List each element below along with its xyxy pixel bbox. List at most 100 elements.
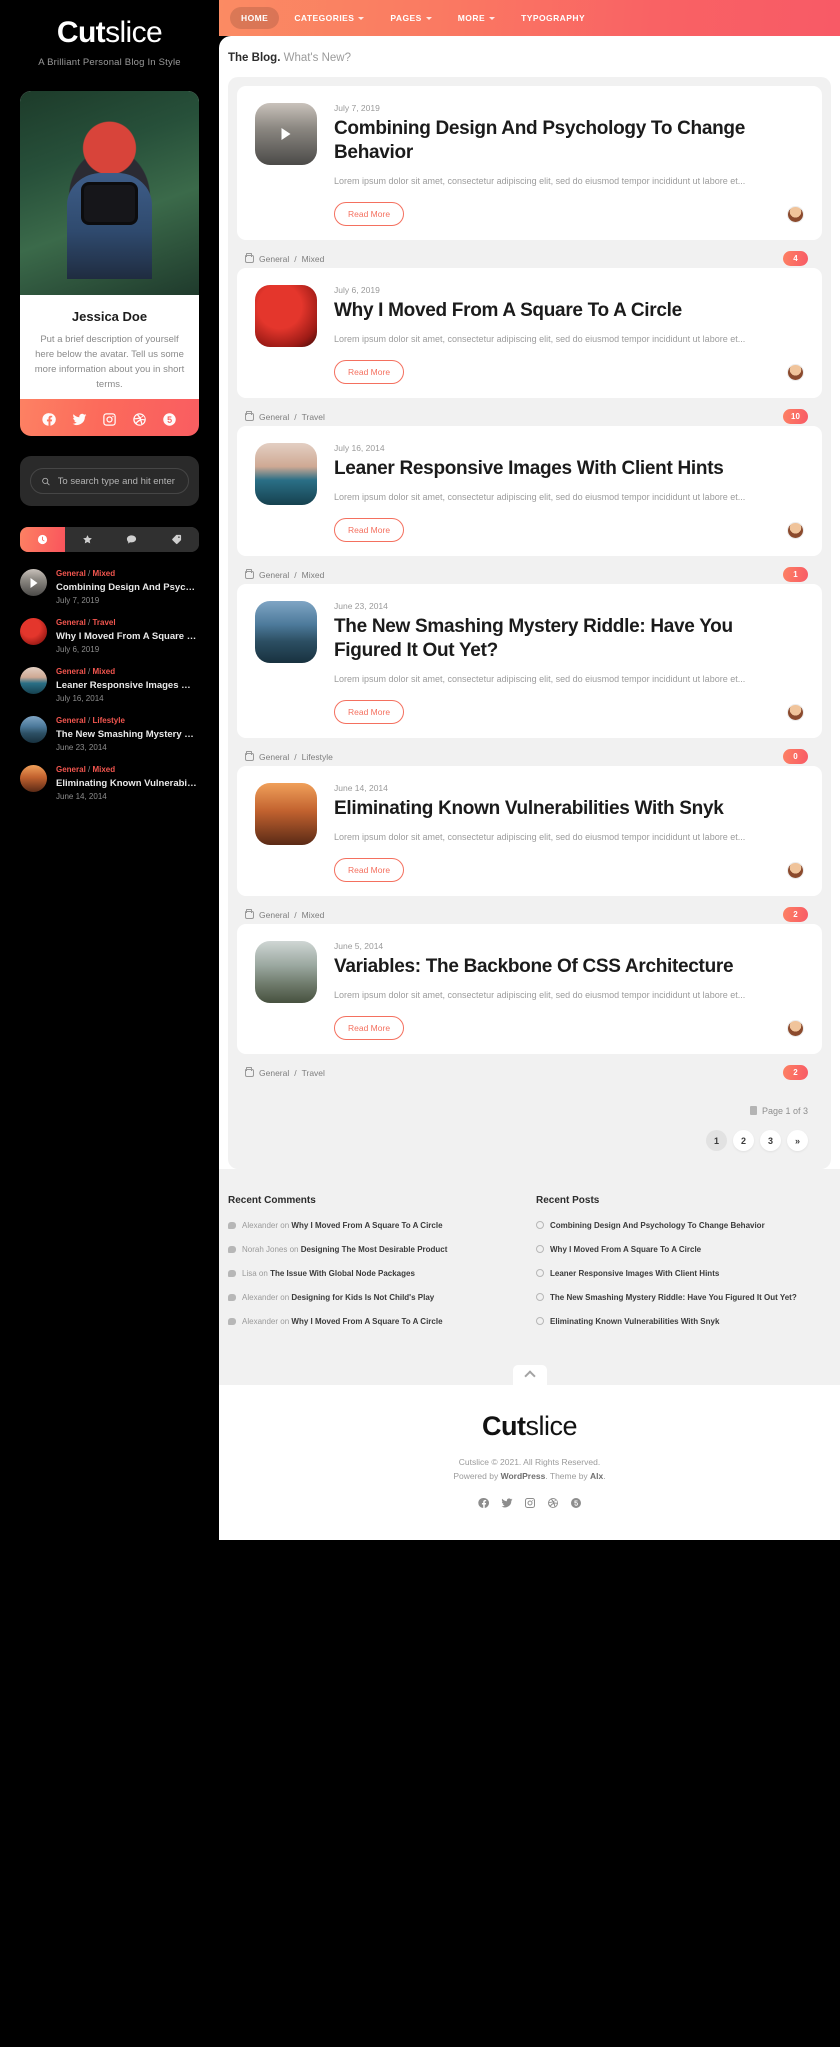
- dribbble-icon[interactable]: [547, 1496, 559, 1514]
- nav-item-label: PAGES: [390, 13, 422, 23]
- dribbble-icon[interactable]: [132, 412, 147, 432]
- post-title[interactable]: Leaner Responsive Images With Client Hin…: [334, 457, 804, 481]
- post-category[interactable]: General / Travel: [245, 410, 325, 422]
- comment-author: Alexander: [242, 1221, 279, 1230]
- tab-tags[interactable]: [154, 527, 199, 552]
- list-item[interactable]: Why I Moved From A Square To A Circle: [536, 1243, 826, 1256]
- pagination-page-1[interactable]: 1: [706, 1130, 727, 1151]
- post-category[interactable]: General / Lifestyle: [245, 750, 333, 762]
- list-item[interactable]: Eliminating Known Vulnerabilities With S…: [536, 1315, 826, 1328]
- alx-link[interactable]: Alx: [590, 1471, 603, 1481]
- read-more-button[interactable]: Read More: [334, 858, 405, 882]
- post-title[interactable]: Leaner Responsive Images With Client Hin…: [550, 1267, 719, 1280]
- comment-on: on: [280, 1317, 290, 1326]
- post-thumbnail[interactable]: [255, 285, 317, 347]
- list-item[interactable]: Alexander on Why I Moved From A Square T…: [228, 1219, 518, 1232]
- post-category[interactable]: General / Travel: [245, 1066, 325, 1078]
- brand[interactable]: Cutslice A Brilliant Personal Blog In St…: [0, 0, 219, 68]
- comment-entry: Alexander on Why I Moved From A Square T…: [242, 1315, 443, 1328]
- blog-subtitle: What's New?: [283, 52, 351, 64]
- post-category[interactable]: General / Mixed: [245, 252, 324, 264]
- comment-count-badge[interactable]: 0: [783, 749, 808, 764]
- post-item: June 5, 2014 Variables: The Backbone Of C…: [237, 924, 822, 1082]
- post-thumbnail[interactable]: [255, 103, 317, 165]
- pagination-page-»[interactable]: »: [787, 1130, 808, 1151]
- comment-count-badge[interactable]: 10: [783, 409, 808, 424]
- comment-post-title[interactable]: The Issue With Global Node Packages: [270, 1269, 415, 1278]
- list-item[interactable]: General / Mixed Eliminating Known Vulnera…: [20, 765, 199, 801]
- search-box[interactable]: [30, 468, 189, 494]
- comment-count-badge[interactable]: 2: [783, 1065, 808, 1080]
- category-primary: General: [259, 751, 290, 762]
- list-item[interactable]: Alexander on Why I Moved From A Square T…: [228, 1315, 518, 1328]
- twitter-icon[interactable]: [72, 412, 87, 432]
- category-secondary: Mixed: [92, 765, 116, 774]
- post-thumbnail[interactable]: [255, 601, 317, 663]
- facebook-icon[interactable]: [477, 1496, 490, 1514]
- post-title[interactable]: The New Smashing Mystery Riddle: Have Yo…: [334, 615, 804, 663]
- fivehundredpx-icon[interactable]: [162, 412, 177, 432]
- list-item[interactable]: Combining Design And Psychology To Chang…: [536, 1219, 826, 1232]
- tab-comments[interactable]: [109, 527, 155, 552]
- post-excerpt: Lorem ipsum dolor sit amet, consectetur …: [334, 990, 746, 1000]
- footer-logo[interactable]: Cutslice: [219, 1411, 840, 1442]
- clock-icon: [536, 1269, 544, 1277]
- post-category[interactable]: General / Mixed: [245, 568, 324, 580]
- tab-popular[interactable]: [64, 527, 110, 552]
- post-title[interactable]: Combining Design And Psychology To Chang…: [550, 1219, 765, 1232]
- back-to-top-button[interactable]: [512, 1365, 547, 1385]
- fivehundredpx-icon[interactable]: [570, 1496, 582, 1514]
- instagram-icon[interactable]: [102, 412, 117, 432]
- comment-count-badge[interactable]: 4: [783, 251, 808, 266]
- search-input[interactable]: [57, 475, 178, 487]
- read-more-button[interactable]: Read More: [334, 202, 405, 226]
- tab-recent[interactable]: [20, 527, 65, 552]
- comment-post-title[interactable]: Why I Moved From A Square To A Circle: [291, 1221, 442, 1230]
- post-title[interactable]: Eliminating Known Vulnerabilities With S…: [550, 1315, 719, 1328]
- list-item[interactable]: Leaner Responsive Images With Client Hin…: [536, 1267, 826, 1280]
- list-item[interactable]: Norah Jones on Designing The Most Desira…: [228, 1243, 518, 1256]
- category-primary: General: [56, 618, 86, 627]
- post-title[interactable]: Why I Moved From A Square To A Circle: [550, 1243, 701, 1256]
- sidebar: Cutslice A Brilliant Personal Blog In St…: [0, 0, 219, 2047]
- nav-item-categories[interactable]: CATEGORIES: [283, 7, 375, 29]
- comment-count-badge[interactable]: 2: [783, 907, 808, 922]
- list-item[interactable]: General / Mixed Leaner Responsive Images …: [20, 667, 199, 703]
- pagination-page-2[interactable]: 2: [733, 1130, 754, 1151]
- read-more-button[interactable]: Read More: [334, 1016, 405, 1040]
- post-title[interactable]: Combining Design And Psychology To Chang…: [334, 117, 804, 165]
- twitter-icon[interactable]: [501, 1496, 513, 1514]
- comment-post-title[interactable]: Why I Moved From A Square To A Circle: [291, 1317, 442, 1326]
- read-more-button[interactable]: Read More: [334, 700, 405, 724]
- list-item[interactable]: General / Lifestyle The New Smashing Myst…: [20, 716, 199, 752]
- nav-item-more[interactable]: MORE: [447, 7, 506, 29]
- post-title[interactable]: Why I Moved From A Square To A Circle: [334, 299, 804, 323]
- post-thumbnail: [20, 569, 47, 596]
- instagram-icon[interactable]: [524, 1496, 536, 1514]
- post-category[interactable]: General / Mixed: [245, 908, 324, 920]
- pagination-page-3[interactable]: 3: [760, 1130, 781, 1151]
- nav-item-pages[interactable]: PAGES: [379, 7, 442, 29]
- nav-item-home[interactable]: HOME: [230, 7, 280, 29]
- post-thumbnail[interactable]: [255, 783, 317, 845]
- list-item[interactable]: General / Mixed Combining Design And Psyc…: [20, 569, 199, 605]
- post-title[interactable]: Variables: The Backbone Of CSS Architect…: [334, 955, 804, 979]
- list-item[interactable]: General / Travel Why I Moved From A Squar…: [20, 618, 199, 654]
- list-item[interactable]: Alexander on Designing for Kids Is Not C…: [228, 1291, 518, 1304]
- list-item[interactable]: The New Smashing Mystery Riddle: Have Yo…: [536, 1291, 826, 1304]
- post-thumbnail[interactable]: [255, 941, 317, 1003]
- list-item[interactable]: Lisa on The Issue With Global Node Packa…: [228, 1267, 518, 1280]
- comment-count-badge[interactable]: 1: [783, 567, 808, 582]
- comment-author: Alexander: [242, 1317, 279, 1326]
- folder-icon: [245, 1066, 254, 1077]
- nav-item-typography[interactable]: TYPOGRAPHY: [510, 7, 596, 29]
- comment-post-title[interactable]: Designing for Kids Is Not Child's Play: [291, 1293, 434, 1302]
- wordpress-link[interactable]: WordPress: [501, 1471, 546, 1481]
- read-more-button[interactable]: Read More: [334, 518, 405, 542]
- facebook-icon[interactable]: [42, 412, 57, 432]
- comment-post-title[interactable]: Designing The Most Desirable Product: [301, 1245, 448, 1254]
- read-more-button[interactable]: Read More: [334, 360, 405, 384]
- post-title[interactable]: The New Smashing Mystery Riddle: Have Yo…: [550, 1291, 797, 1304]
- post-title[interactable]: Eliminating Known Vulnerabilities With S…: [334, 797, 804, 821]
- post-thumbnail[interactable]: [255, 443, 317, 505]
